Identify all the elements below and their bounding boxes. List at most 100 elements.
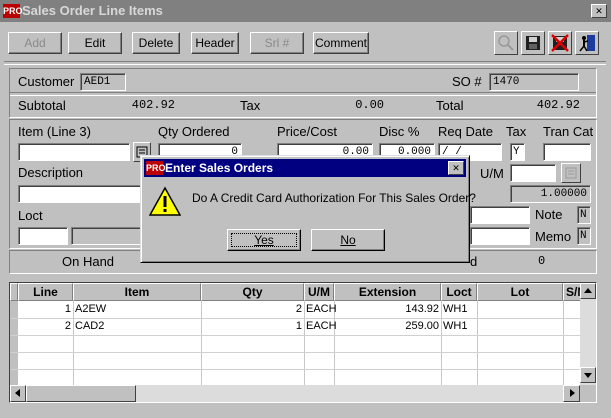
cell-line: 2 [64, 320, 71, 332]
serial-button[interactable]: Srl # [250, 32, 304, 54]
um-factor-field: 1.00000 [510, 185, 591, 203]
location-desc-field [71, 227, 141, 245]
header-divider [10, 92, 596, 96]
row-selector-header [10, 283, 18, 301]
cell-item: A2EW [75, 303, 107, 315]
table-row[interactable]: 2 CAD2 1 EACH 259.00 WH1 [18, 318, 590, 335]
dialog-message: Do A Credit Card Authorization For This … [192, 191, 476, 205]
allocated-value: 0 [538, 254, 546, 268]
edit-button[interactable]: Edit [68, 32, 122, 54]
credit-card-auth-dialog: PRO Enter Sales Orders ✕ Do A Credit Car… [140, 155, 476, 263]
item-label: Item (Line 3) [18, 124, 91, 139]
app-icon: PRO [3, 4, 23, 18]
um-label: U/M [480, 166, 504, 181]
col-header-qty[interactable]: Qty [201, 283, 304, 301]
grid-line [10, 369, 596, 370]
comment-button[interactable]: Comment [313, 32, 369, 54]
row-selector-column [10, 301, 18, 385]
dialog-title: Enter Sales Orders [165, 161, 274, 175]
toolbar-separator [4, 61, 606, 65]
description-label: Description [18, 165, 84, 180]
serial-field[interactable] [470, 227, 530, 245]
yes-button-label: Yes [254, 233, 274, 247]
dialog-titlebar[interactable]: PRO Enter Sales Orders ✕ [144, 159, 466, 177]
cell-qty: 2 [295, 303, 302, 315]
col-header-loct[interactable]: Loct [441, 283, 477, 301]
note-label: Note [535, 207, 563, 222]
on-hand-label: On Hand [62, 254, 115, 269]
tran-cat-field[interactable] [543, 143, 591, 161]
table-row[interactable]: 1 A2EW 2 EACH 143.92 WH1 [18, 301, 590, 318]
col-header-item[interactable]: Item [73, 283, 201, 301]
customer-field[interactable]: AED1 [80, 73, 126, 91]
line-items-grid[interactable]: Line Item Qty U/M Extension Loct Lot S/N… [9, 282, 597, 403]
cell-loct: WH1 [443, 303, 468, 315]
col-header-extension[interactable]: Extension [334, 283, 441, 301]
price-cost-label: Price/Cost [277, 124, 337, 139]
um-lookup-icon[interactable] [561, 163, 581, 183]
allocated-label: d [470, 254, 478, 269]
vertical-scrollbar[interactable] [580, 283, 596, 385]
location-field[interactable] [18, 227, 68, 245]
note-flag-field: N [577, 206, 591, 224]
no-button-label: No [340, 233, 356, 247]
window-title: Sales Order Line Items [22, 3, 163, 18]
scroll-thumb[interactable] [26, 385, 136, 402]
qty-ordered-label: Qty Ordered [158, 124, 230, 139]
cell-extension: 259.00 [405, 320, 439, 332]
tran-cat-label: Tran Cat [543, 124, 594, 139]
close-icon[interactable]: ✕ [591, 4, 607, 18]
scroll-right-icon[interactable] [563, 385, 580, 402]
grid-line [10, 335, 596, 336]
so-number-field[interactable]: 1470 [489, 73, 579, 91]
tax-flag-field[interactable]: Y [510, 143, 525, 161]
scroll-up-icon[interactable] [580, 283, 596, 299]
subtotal-label: Subtotal [18, 98, 66, 113]
cell-loct: WH1 [443, 320, 468, 332]
yes-button[interactable]: Yes [227, 229, 301, 251]
customer-label: Customer [18, 74, 75, 89]
discount-label: Disc % [379, 124, 420, 139]
exit-icon[interactable] [575, 31, 599, 55]
total-label: Total [436, 98, 464, 113]
so-number-label: SO # [452, 74, 482, 89]
dialog-app-icon: PRO [146, 161, 166, 175]
col-header-um[interactable]: U/M [304, 283, 334, 301]
main-titlebar[interactable]: PRO Sales Order Line Items ✕ [0, 0, 611, 22]
scroll-left-icon[interactable] [10, 385, 26, 402]
location-label: Loct [18, 208, 43, 223]
no-button[interactable]: No [311, 229, 385, 251]
scroll-down-icon[interactable] [580, 367, 596, 383]
tax-flag-label: Tax [506, 124, 527, 139]
save-icon[interactable] [521, 31, 545, 55]
col-header-lot[interactable]: Lot [477, 283, 563, 301]
cell-um: EACH [306, 320, 336, 332]
lot-field[interactable] [470, 206, 530, 224]
tax-value: 0.00 [355, 98, 384, 112]
tax-label: Tax [240, 98, 261, 113]
search-icon[interactable] [494, 31, 518, 55]
horizontal-scrollbar[interactable] [10, 385, 580, 402]
cell-um: EACH [306, 303, 336, 315]
description-field[interactable] [18, 185, 148, 203]
warning-icon [148, 186, 182, 218]
cell-line: 1 [64, 303, 71, 315]
add-button[interactable]: Add [8, 32, 62, 54]
memo-flag-field: N [577, 227, 591, 245]
col-header-line[interactable]: Line [18, 283, 73, 301]
cell-extension: 143.92 [405, 303, 439, 315]
scroll-corner [580, 385, 596, 402]
grid-line [10, 352, 596, 353]
dialog-close-icon[interactable]: ✕ [448, 161, 464, 175]
um-field[interactable] [510, 164, 556, 182]
cancel-icon[interactable] [548, 31, 572, 55]
total-value: 402.92 [536, 98, 580, 112]
memo-label: Memo [535, 229, 572, 244]
subtotal-value: 402.92 [131, 98, 175, 112]
req-date-label: Req Date [438, 124, 493, 139]
cell-item: CAD2 [75, 320, 105, 332]
item-field[interactable] [18, 143, 130, 161]
cell-qty: 1 [295, 320, 302, 332]
header-button[interactable]: Header [191, 32, 239, 54]
delete-button[interactable]: Delete [132, 32, 180, 54]
